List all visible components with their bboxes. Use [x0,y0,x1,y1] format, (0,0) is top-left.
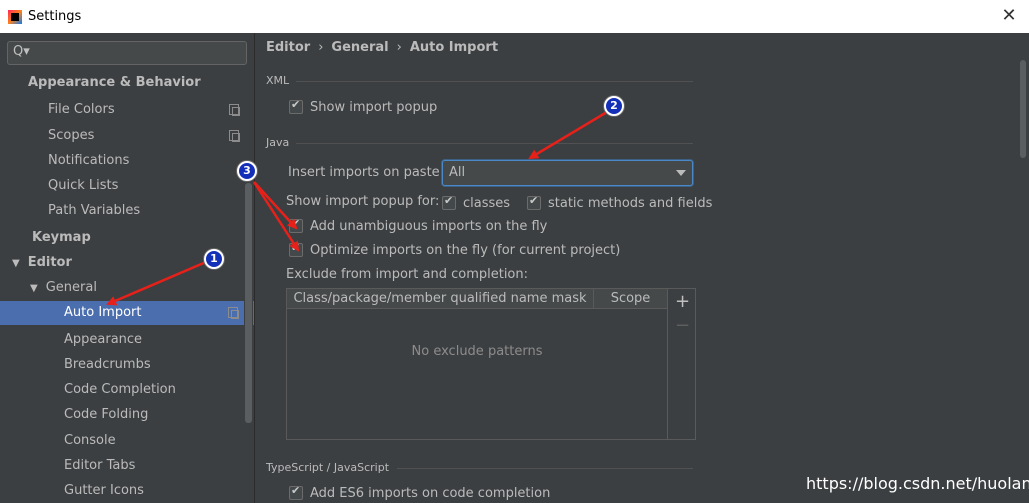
watermark-text: https://blog.csdn.net/huolan52 [806,474,1029,493]
checkbox-checked[interactable] [527,194,541,210]
intellij-app-icon [8,9,22,24]
checkbox-checked[interactable] [289,217,303,233]
checkbox-checked[interactable] [289,484,303,500]
breadcrumb-separator: › [318,40,324,55]
tree-item-console[interactable]: Console [64,429,116,453]
tree-item-quick-lists[interactable]: Quick Lists [48,174,118,198]
project-settings-icon [228,307,239,319]
annotation-badge-3: 3 [236,160,258,182]
project-settings-icon [229,104,240,116]
section-divider [397,468,693,469]
section-title-xml: XML [266,74,290,87]
add-es6-imports-checkbox[interactable]: Add ES6 imports on code completion [289,483,550,503]
popup-classes-checkbox[interactable]: classes [442,193,510,213]
popup-static-methods-checkbox[interactable]: static methods and fields [527,193,712,213]
table-empty-text: No exclude patterns [411,344,543,359]
dropdown-arrow-icon [676,170,686,176]
window-title: Settings [28,9,82,24]
checkbox-checked[interactable] [442,194,456,210]
column-header-mask[interactable]: Class/package/member qualified name mask [287,289,594,309]
breadcrumb-auto-import: Auto Import [409,40,499,55]
annotation-badge-2: 2 [603,95,625,117]
breadcrumb-separator: › [396,40,402,55]
expand-arrow-icon[interactable]: ▼ [12,252,20,276]
tree-item-editor[interactable]: ▼ Editor [12,251,72,275]
content-scrollbar-thumb[interactable] [1020,60,1026,158]
project-settings-icon [229,130,240,142]
breadcrumb: Editor › General › Auto Import [266,40,498,55]
title-bar: Settings ✕ [0,0,1029,33]
tree-item-scopes[interactable]: Scopes [48,124,254,148]
tree-item-notifications[interactable]: Notifications [48,149,129,173]
section-divider [296,143,693,144]
exclude-label: Exclude from import and completion: [286,267,528,282]
annotation-badge-1: 1 [203,248,225,270]
search-icon: Q▾ [13,44,30,59]
expand-arrow-icon[interactable]: ▼ [30,277,38,301]
tree-item-code-folding[interactable]: Code Folding [64,403,148,427]
table-toolbar: + − [668,288,696,440]
add-pattern-button[interactable]: + [675,291,690,312]
section-divider [296,81,693,82]
exclude-patterns-table[interactable]: Class/package/member qualified name mask… [286,288,668,440]
tree-item-appearance[interactable]: Appearance [64,328,142,352]
tree-item-appearance-behavior[interactable]: Appearance & Behavior [28,71,201,95]
tree-item-auto-import[interactable]: Auto Import [0,301,254,325]
tree-item-editor-tabs[interactable]: Editor Tabs [64,454,135,478]
close-button[interactable]: ✕ [999,6,1019,26]
tree-item-keymap[interactable]: Keymap [32,226,91,250]
table-header: Class/package/member qualified name mask… [287,289,667,309]
tree-item-code-completion[interactable]: Code Completion [64,378,176,402]
breadcrumb-general[interactable]: General [331,40,388,55]
tree-item-path-variables[interactable]: Path Variables [48,199,140,223]
tree-item-file-colors[interactable]: File Colors [48,98,254,122]
breadcrumb-editor[interactable]: Editor [266,40,310,55]
xml-show-import-popup-checkbox[interactable]: Show import popup [289,97,437,117]
settings-search-input[interactable]: Q▾ [7,41,247,65]
checkbox-checked[interactable] [289,98,303,114]
section-title-java: Java [266,136,290,149]
column-header-scope[interactable]: Scope [594,289,667,309]
tree-item-breadcrumbs[interactable]: Breadcrumbs [64,353,151,377]
settings-content: Editor › General › Auto Import XML Show impo… [256,33,1029,503]
checkbox-checked[interactable] [289,241,303,257]
remove-pattern-button: − [675,315,691,336]
insert-on-paste-label: Insert imports on paste: [288,165,445,180]
tree-item-gutter-icons[interactable]: Gutter Icons [64,479,144,503]
optimize-imports-checkbox[interactable]: Optimize imports on the fly (for current… [289,240,620,260]
show-popup-for-label: Show import popup for: [286,194,440,209]
tree-item-general[interactable]: ▼ General [30,276,97,300]
insert-on-paste-dropdown[interactable]: All [442,160,693,186]
section-title-typescript: TypeScript / JavaScript [266,461,390,474]
add-unambiguous-imports-checkbox[interactable]: Add unambiguous imports on the fly [289,216,547,236]
sidebar-scrollbar-thumb[interactable] [245,183,252,423]
